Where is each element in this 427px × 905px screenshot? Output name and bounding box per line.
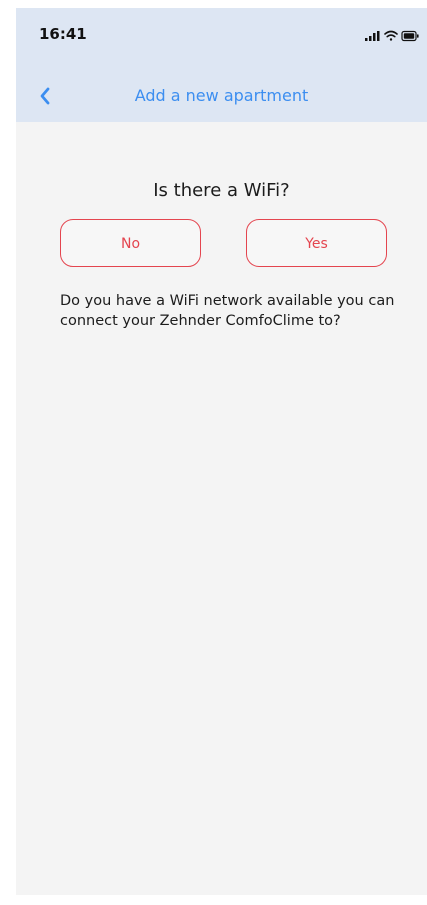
- yes-button[interactable]: Yes: [246, 219, 387, 267]
- wifi-icon: [384, 30, 398, 41]
- header: 16:41 Add a new apartment: [16, 8, 427, 122]
- signal-icon: [365, 31, 380, 41]
- status-icons: [364, 28, 420, 42]
- no-button[interactable]: No: [60, 219, 201, 267]
- status-time: 16:41: [39, 25, 87, 43]
- page-title: Add a new apartment: [134, 86, 309, 105]
- description-text: Do you have a WiFi network available you…: [60, 293, 395, 329]
- battery-icon: [401, 30, 419, 42]
- question-heading: Is there a WiFi?: [153, 180, 290, 201]
- app-screen: 16:41 Add a new apartment Is there a WiF…: [16, 8, 427, 895]
